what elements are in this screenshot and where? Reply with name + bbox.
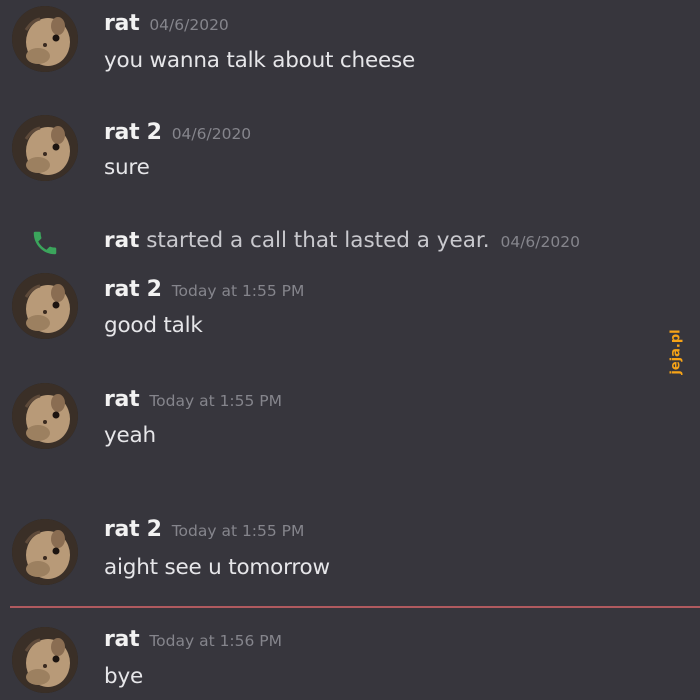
message-item: rat 2 04/6/2020 sure <box>0 115 700 195</box>
rat-avatar-icon <box>12 115 78 181</box>
timestamp: Today at 1:56 PM <box>149 632 283 650</box>
user-avatar[interactable] <box>12 519 78 585</box>
message-item: rat Today at 1:56 PM bye <box>0 627 700 700</box>
call-username[interactable]: rat <box>104 228 139 253</box>
user-avatar[interactable] <box>12 383 78 449</box>
message-text: sure <box>104 155 150 180</box>
new-messages-divider <box>10 606 700 608</box>
watermark: jeja.pl <box>668 329 684 375</box>
user-avatar[interactable] <box>12 627 78 693</box>
username[interactable]: rat 2 <box>104 120 162 145</box>
username[interactable]: rat <box>104 627 140 652</box>
rat-avatar-icon <box>12 627 78 693</box>
rat-avatar-icon <box>12 519 78 585</box>
message-text: good talk <box>104 313 203 338</box>
timestamp: Today at 1:55 PM <box>171 522 305 540</box>
message-text: yeah <box>104 423 156 448</box>
timestamp: 04/6/2020 <box>171 125 252 143</box>
timestamp: Today at 1:55 PM <box>149 392 283 410</box>
message-item: rat 2 Today at 1:55 PM aight see u tomorr… <box>0 517 700 599</box>
message-item: rat 04/6/2020 you wanna talk about cheese <box>0 6 700 86</box>
message-text: aight see u tomorrow <box>104 555 330 580</box>
message-text: you wanna talk about cheese <box>104 48 416 73</box>
username[interactable]: rat 2 <box>104 517 162 542</box>
chat-log: rat 04/6/2020 you wanna talk about cheese… <box>0 0 700 700</box>
username[interactable]: rat <box>104 11 140 36</box>
rat-avatar-icon <box>12 273 78 339</box>
user-avatar[interactable] <box>12 273 78 339</box>
call-timestamp: 04/6/2020 <box>500 233 580 251</box>
timestamp: 04/6/2020 <box>149 16 229 34</box>
username[interactable]: rat <box>104 387 140 412</box>
user-avatar[interactable] <box>12 6 78 72</box>
phone-icon <box>33 231 57 255</box>
message-item: rat Today at 1:55 PM yeah <box>0 383 700 463</box>
rat-avatar-icon <box>12 383 78 449</box>
call-text: started a call that lasted a year. <box>139 228 490 253</box>
timestamp: Today at 1:55 PM <box>171 282 305 300</box>
message-text: bye <box>104 664 143 689</box>
rat-avatar-icon <box>12 6 78 72</box>
call-description: rat started a call that lasted a year. 0… <box>104 228 580 253</box>
message-item: rat 2 Today at 1:55 PM good talk <box>0 273 700 353</box>
call-event: rat started a call that lasted a year. 0… <box>0 222 700 262</box>
username[interactable]: rat 2 <box>104 277 162 302</box>
user-avatar[interactable] <box>12 115 78 181</box>
